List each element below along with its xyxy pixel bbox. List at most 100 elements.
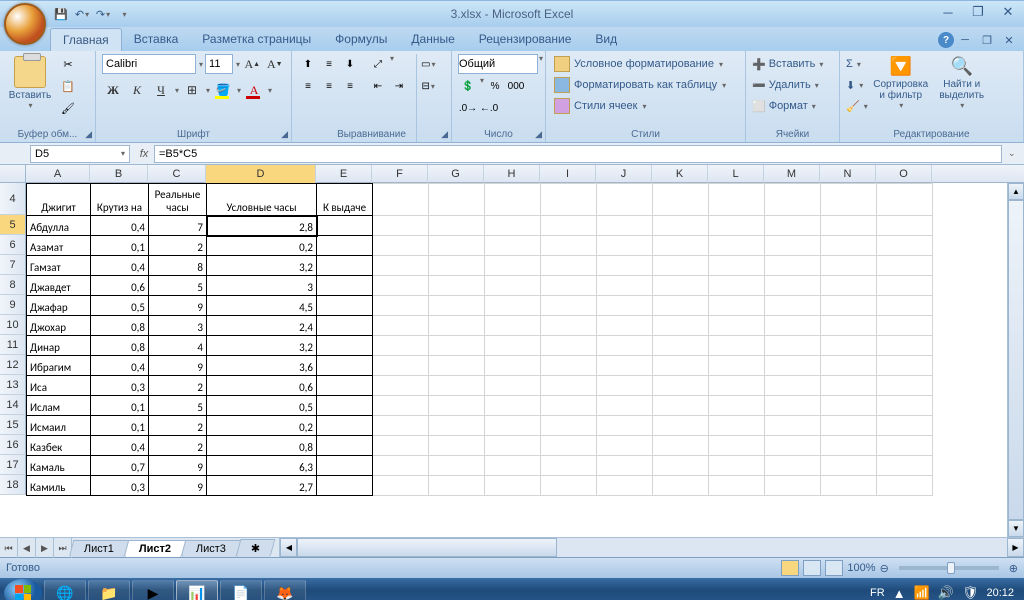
font-launcher[interactable]: ◢ [281, 129, 288, 140]
cell-A7[interactable]: Гамзат [27, 256, 91, 276]
taskbar-media-icon[interactable]: ▶ [132, 580, 174, 600]
scroll-down-button[interactable]: ▼ [1008, 520, 1024, 537]
cell-B8[interactable]: 0,6 [91, 276, 149, 296]
align-middle-icon[interactable]: ≡ [319, 54, 339, 74]
qat-customize-icon[interactable]: ▾ [115, 5, 133, 23]
cell-J15[interactable] [597, 416, 653, 436]
delete-cells-button[interactable]: ➖Удалить▾ [752, 75, 833, 95]
cell-J17[interactable] [597, 456, 653, 476]
align-top-icon[interactable]: ⬆ [298, 54, 318, 74]
cell-A5[interactable]: Абдулла [27, 216, 91, 236]
ribbon-tab-4[interactable]: Данные [399, 28, 466, 51]
cell-I18[interactable] [541, 476, 597, 496]
row-header-11[interactable]: 11 [0, 335, 26, 355]
col-header-E[interactable]: E [316, 165, 372, 183]
cell-O15[interactable] [877, 416, 933, 436]
cell-E16[interactable] [317, 436, 373, 456]
cell-H12[interactable] [485, 356, 541, 376]
cell-A11[interactable]: Динар [27, 336, 91, 356]
cell-O7[interactable] [877, 256, 933, 276]
cell-J4[interactable] [597, 184, 653, 216]
cell-M7[interactable] [765, 256, 821, 276]
cell-C14[interactable]: 5 [149, 396, 207, 416]
align-right-icon[interactable]: ≡ [340, 76, 360, 96]
currency-icon[interactable]: 💲 [458, 76, 478, 96]
percent-icon[interactable]: % [485, 76, 505, 96]
sheet-nav-prev[interactable]: ◀ [18, 538, 36, 558]
cell-F16[interactable] [373, 436, 429, 456]
cell-F17[interactable] [373, 456, 429, 476]
cell-E6[interactable] [317, 236, 373, 256]
row-header-13[interactable]: 13 [0, 375, 26, 395]
row-header-12[interactable]: 12 [0, 355, 26, 375]
cell-F11[interactable] [373, 336, 429, 356]
cell-styles-button[interactable]: Стили ячеек▾ [552, 96, 739, 116]
cell-A13[interactable]: Иса [27, 376, 91, 396]
cell-D12[interactable]: 3,6 [207, 356, 317, 376]
copy-icon[interactable]: 📋 [57, 76, 79, 96]
start-button[interactable] [4, 579, 42, 600]
cell-F10[interactable] [373, 316, 429, 336]
fill-color-icon[interactable]: 🪣 [212, 80, 234, 100]
col-header-O[interactable]: O [876, 165, 932, 183]
cell-A8[interactable]: Джавдет [27, 276, 91, 296]
col-header-F[interactable]: F [372, 165, 428, 183]
row-header-10[interactable]: 10 [0, 315, 26, 335]
cell-H15[interactable] [485, 416, 541, 436]
page-layout-view-button[interactable] [803, 560, 821, 576]
formula-input[interactable] [154, 145, 1002, 163]
tray-network-icon[interactable]: 📶 [914, 585, 930, 600]
row-header-15[interactable]: 15 [0, 415, 26, 435]
cell-M10[interactable] [765, 316, 821, 336]
vscroll-thumb[interactable] [1008, 200, 1024, 520]
cell-L12[interactable] [709, 356, 765, 376]
horizontal-scrollbar[interactable]: ◀ ▶ [279, 538, 1024, 557]
italic-button[interactable]: К [126, 80, 148, 100]
cell-N17[interactable] [821, 456, 877, 476]
cell-A9[interactable]: Джафар [27, 296, 91, 316]
cell-H18[interactable] [485, 476, 541, 496]
cell-D15[interactable]: 0,2 [207, 416, 317, 436]
cell-K6[interactable] [653, 236, 709, 256]
cell-F13[interactable] [373, 376, 429, 396]
cell-J11[interactable] [597, 336, 653, 356]
cell-C13[interactable]: 2 [149, 376, 207, 396]
cell-D8[interactable]: 3 [207, 276, 317, 296]
cell-N14[interactable] [821, 396, 877, 416]
col-header-C[interactable]: C [148, 165, 206, 183]
cell-G6[interactable] [429, 236, 485, 256]
vertical-scrollbar[interactable]: ▲ ▼ [1007, 183, 1024, 537]
borders-icon[interactable]: ⊞ [181, 80, 203, 100]
cell-B13[interactable]: 0,3 [91, 376, 149, 396]
cut-icon[interactable]: ✂ [57, 54, 79, 74]
align-bottom-icon[interactable]: ⬇ [340, 54, 360, 74]
bold-button[interactable]: Ж [102, 80, 124, 100]
cell-H16[interactable] [485, 436, 541, 456]
cell-J5[interactable] [597, 216, 653, 236]
cell-K10[interactable] [653, 316, 709, 336]
cell-A16[interactable]: Казбек [27, 436, 91, 456]
cell-F4[interactable] [373, 184, 429, 216]
cell-M13[interactable] [765, 376, 821, 396]
cell-N7[interactable] [821, 256, 877, 276]
orientation-icon[interactable]: ⤢ [368, 54, 388, 74]
cell-D4[interactable]: Условные часы [207, 184, 317, 216]
cell-D13[interactable]: 0,6 [207, 376, 317, 396]
cell-A6[interactable]: Азамат [27, 236, 91, 256]
cell-D18[interactable]: 2,7 [207, 476, 317, 496]
cell-E10[interactable] [317, 316, 373, 336]
sheet-tab-Лист1[interactable]: Лист1 [69, 540, 130, 557]
cell-L13[interactable] [709, 376, 765, 396]
cell-G17[interactable] [429, 456, 485, 476]
cell-J16[interactable] [597, 436, 653, 456]
align-center-icon[interactable]: ≡ [319, 76, 339, 96]
cell-J13[interactable] [597, 376, 653, 396]
cell-N4[interactable] [821, 184, 877, 216]
cell-E8[interactable] [317, 276, 373, 296]
cell-N13[interactable] [821, 376, 877, 396]
cell-C10[interactable]: 3 [149, 316, 207, 336]
cell-G12[interactable] [429, 356, 485, 376]
cell-K16[interactable] [653, 436, 709, 456]
cell-A18[interactable]: Камиль [27, 476, 91, 496]
undo-icon[interactable]: ↶▾ [73, 5, 91, 23]
